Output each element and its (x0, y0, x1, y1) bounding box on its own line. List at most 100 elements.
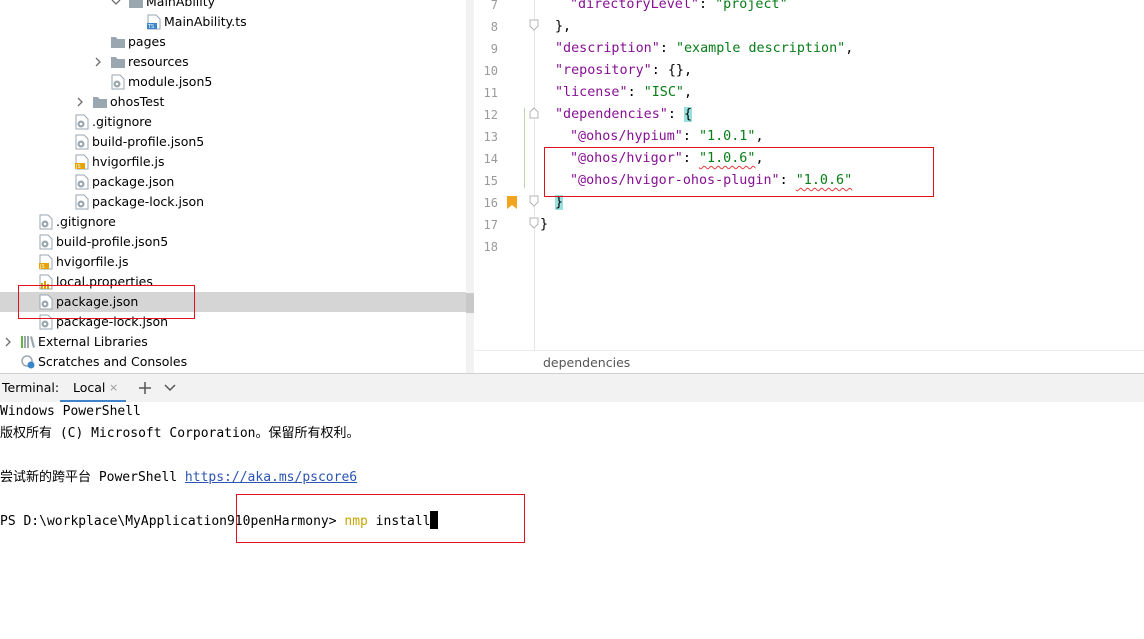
json-icon (74, 194, 90, 210)
line-number: 13 (483, 130, 498, 144)
line-number: 7 (490, 0, 498, 12)
js-icon: JS (38, 254, 54, 270)
code-line-13: "@ohos/hypium": "1.0.1", (570, 129, 764, 144)
tree-item-label: hvigorfile.js (56, 254, 129, 269)
fold-marker-icon[interactable] (529, 107, 539, 119)
tree-item-label: .gitignore (92, 114, 152, 129)
tree-item-label: Scratches and Consoles (38, 354, 188, 369)
tree-item-label: MainAbility.ts (164, 14, 247, 29)
bookmark-icon[interactable] (507, 196, 517, 209)
annotation-box-package-json (18, 285, 195, 319)
terminal-line: 尝试新的跨平台 PowerShell https://aka.ms/pscore… (0, 470, 358, 485)
annotation-box-command (236, 494, 525, 543)
tree-item[interactable]: package.json (0, 172, 466, 192)
chevron-right-icon[interactable] (74, 92, 86, 112)
line-number: 11 (483, 86, 498, 100)
json-icon (110, 74, 126, 90)
chevron-right-icon[interactable] (92, 52, 104, 72)
tab-local-label: Local (73, 380, 106, 395)
tree-item[interactable]: ohosTest (0, 92, 466, 112)
folder-icon (92, 94, 108, 110)
tree-item-label: External Libraries (38, 334, 148, 349)
terminal-output[interactable]: Windows PowerShell 版权所有 (C) Microsoft Co… (0, 402, 1144, 639)
terminal-line: Windows PowerShell (0, 404, 141, 419)
svg-text:JS: JS (39, 264, 45, 270)
fold-marker-icon[interactable] (529, 195, 539, 207)
tree-item-label: package-lock.json (92, 194, 205, 209)
line-number: 8 (490, 20, 498, 34)
tree-scrollbar-thumb[interactable] (466, 293, 474, 313)
terminal-toolbar: Terminal: Local × (0, 373, 1144, 403)
chevron-right-icon[interactable] (2, 332, 14, 352)
tree-item-label: .gitignore (56, 214, 116, 229)
tree-item[interactable]: JS hvigorfile.js (0, 252, 466, 272)
tree-item-label: hvigorfile.js (92, 154, 165, 169)
line-number: 15 (483, 174, 498, 188)
tree-item-label: build-profile.json5 (92, 134, 205, 149)
terminal-title: Terminal: (2, 380, 60, 395)
code-line-9: "description": "example description", (555, 41, 854, 56)
line-number: 16 (483, 196, 498, 210)
line-number: 18 (483, 240, 498, 254)
config-icon (74, 114, 90, 130)
tree-scrollbar[interactable] (466, 0, 474, 373)
code-line-10: "repository": {}, (555, 63, 693, 78)
change-marker (524, 108, 525, 188)
tree-item-label: resources (128, 54, 189, 69)
tree-item[interactable]: build-profile.json5 (0, 232, 466, 252)
tree-item[interactable]: package-lock.json (0, 192, 466, 212)
code-line-12: "dependencies": { (555, 107, 693, 122)
json-icon (38, 234, 54, 250)
plus-icon[interactable] (137, 380, 153, 396)
chevron-down-icon[interactable] (163, 383, 177, 393)
annotation-box-dependencies (544, 147, 934, 197)
tree-item[interactable]: build-profile.json5 (0, 132, 466, 152)
tree-item[interactable]: TS MainAbility.ts (0, 12, 466, 32)
folder-icon (110, 54, 126, 70)
tree-item[interactable]: MainAbility (0, 0, 466, 12)
editor-breadcrumb[interactable]: dependencies (474, 350, 1144, 374)
tree-item-label: module.json5 (128, 74, 213, 89)
line-number: 10 (483, 64, 498, 78)
pscore-link[interactable]: https://aka.ms/pscore6 (185, 470, 357, 485)
tree-item-label: pages (128, 34, 166, 49)
tree-item-label: build-profile.json5 (56, 234, 169, 249)
fold-marker-icon[interactable] (529, 19, 539, 31)
tree-item[interactable]: .gitignore (0, 112, 466, 132)
line-number: 12 (483, 108, 498, 122)
code-line-11: "license": "ISC", (555, 85, 693, 100)
tree-item[interactable]: External Libraries (0, 332, 466, 352)
close-icon[interactable]: × (109, 382, 118, 393)
editor-gutter: 7 8 9 10 11 12 13 14 15 16 17 18 (474, 0, 539, 350)
folder-icon (128, 0, 144, 10)
libraries-icon (20, 334, 36, 350)
tree-item[interactable]: module.json5 (0, 72, 466, 92)
tree-item[interactable]: pages (0, 32, 466, 52)
tree-item-label: package.json (92, 174, 175, 189)
tree-item[interactable]: resources (0, 52, 466, 72)
tree-item[interactable]: .gitignore (0, 212, 466, 232)
config-icon (38, 214, 54, 230)
line-number: 17 (483, 218, 498, 232)
scratches-icon (20, 354, 36, 370)
chevron-down-icon[interactable] (110, 0, 122, 12)
tree-item-label: ohosTest (110, 94, 165, 109)
ts-icon: TS (146, 14, 162, 30)
folder-icon (110, 34, 126, 50)
svg-text:JS: JS (75, 164, 81, 170)
code-line-8: }, (555, 19, 572, 34)
js-icon: JS (74, 154, 90, 170)
line-number: 14 (483, 152, 498, 166)
breadcrumb-item[interactable]: dependencies (543, 351, 630, 374)
line-number: 9 (490, 42, 498, 56)
tree-item[interactable]: JS hvigorfile.js (0, 152, 466, 172)
fold-marker-icon[interactable] (529, 217, 539, 229)
code-line-7: "directoryLevel": "project" (570, 0, 788, 12)
tree-item[interactable]: Scratches and Consoles (0, 352, 466, 372)
tab-local[interactable]: Local × (60, 374, 126, 403)
terminal-line: 版权所有 (C) Microsoft Corporation。保留所有权利。 (0, 426, 360, 441)
tree-item-label: MainAbility (146, 0, 216, 9)
code-line-17: } (540, 217, 549, 232)
svg-text:TS: TS (147, 24, 154, 30)
json-icon (74, 134, 90, 150)
